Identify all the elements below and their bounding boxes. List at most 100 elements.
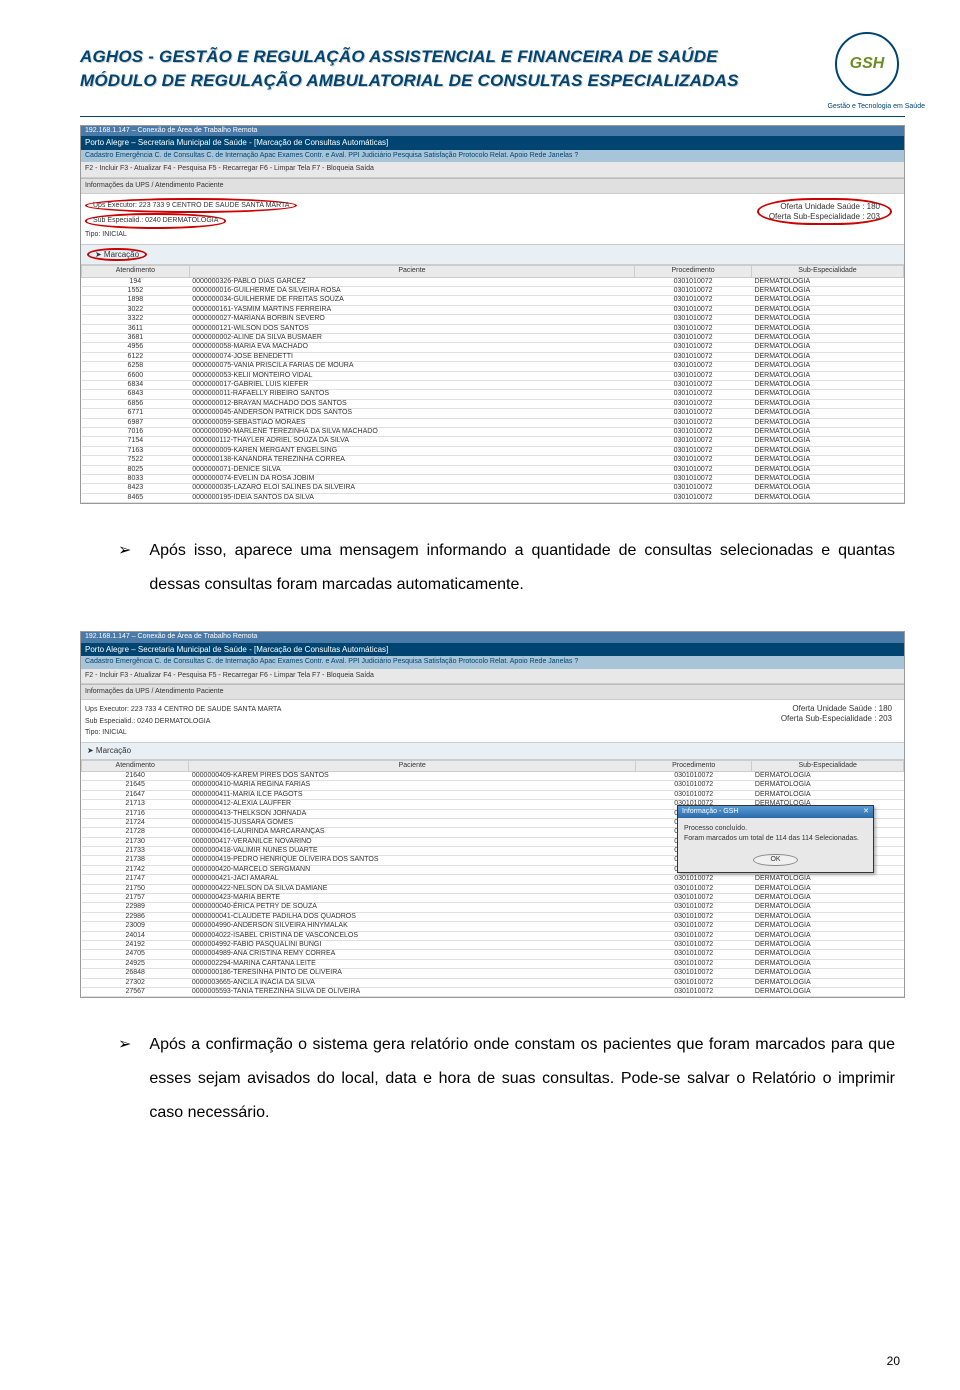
ss2-marcacao: ➤ Marcação	[81, 742, 904, 760]
ss1-marcacao: ➤ Marcação	[87, 248, 147, 262]
ss1-toolbar: F2 - Incluir F3 - Atualizar F4 - Pesquis…	[81, 162, 904, 177]
ss1-sub-esp: Sub Especialid.: 0240 DERMATOLOGIA	[85, 213, 226, 228]
logo-circle: GSH	[835, 32, 899, 96]
table-row: 217500000000422-NELSON DA SILVA DAMIANE0…	[82, 884, 904, 893]
table-row: 68560000000012-BRAYAN MACHADO DOS SANTOS…	[82, 399, 904, 408]
screenshot-marcacao-1: 192.168.1.147 – Conexão de Área de Traba…	[80, 125, 905, 504]
page-number: 20	[887, 1354, 900, 1368]
table-row: 61220000000074-JOSE BENEDETTI0301010072D…	[82, 352, 904, 361]
table-row: 70160000000090-MARLENE TEREZINHA DA SILV…	[82, 427, 904, 436]
table-row: 80250000000071-DENICE SILVA0301010072DER…	[82, 465, 904, 474]
table-row: 80330000000074-EVELIN DA ROSA JOBIM03010…	[82, 474, 904, 483]
table-row: 249250000002294-MARINA CARTANA LEITE0301…	[82, 959, 904, 968]
table-row: 66000000000053-KELII MONTEIRO VIDAL03010…	[82, 371, 904, 380]
gsh-logo: GSH Gestão e Tecnologia em Saúde	[827, 30, 905, 108]
table-row: 33220000000027-MARIANA BORBIN SEVERO0301…	[82, 315, 904, 324]
table-row: 241920000004992-FABIO PASQUALINI BUNGI03…	[82, 941, 904, 950]
ss2-ups-exec: Ups Executor: 223 733 4 CENTRO DE SAUDE …	[85, 704, 281, 715]
table-row: 216470000000411-MARIA ILCE PAGOTS0301010…	[82, 790, 904, 799]
ss1-tipo: Tipo: INICIAL	[85, 229, 297, 240]
table-row: 67710000000045-ANDERSON PATRICK DOS SANT…	[82, 409, 904, 418]
ss2-oferta1: Oferta Unidade Saúde : 180	[781, 704, 892, 714]
table-row: 268480000000186-TERESINHA PINTO DE OLIVE…	[82, 969, 904, 978]
ss2-menubar: Cadastro Emergência C. de Consultas C. d…	[81, 656, 904, 668]
body-paragraph-2: ➢ Após a confirmação o sistema gera rela…	[90, 1028, 895, 1129]
ss1-ups-exec: Ups Executor: 223 733 9 CENTRO DE SAUDE …	[85, 198, 297, 213]
info-dialog: Informação - GSH ✕ Processo concluído. F…	[677, 805, 874, 873]
ss1-titlebar: Porto Alegre – Secretaria Municipal de S…	[81, 136, 904, 150]
dialog-line1: Processo concluído.	[684, 824, 867, 834]
bullet-icon: ➢	[90, 534, 149, 601]
table-row: 36110000000121-WILSON DOS SANTOS03010100…	[82, 324, 904, 333]
ss1-window: 192.168.1.147 – Conexão de Área de Traba…	[81, 126, 904, 136]
ss2-info: Ups Executor: 223 733 4 CENTRO DE SAUDE …	[81, 700, 904, 742]
ss2-tipo: Tipo: INICIAL	[85, 727, 281, 738]
ss2-info-right: Oferta Unidade Saúde : 180 Oferta Sub-Es…	[781, 704, 900, 738]
table-row: 15520000000016-GUILHERME DA SILVEIRA ROS…	[82, 287, 904, 296]
page-header: AGHOS - GESTÃO E REGULAÇÃO ASSISTENCIAL …	[80, 30, 905, 108]
ss1-info: Ups Executor: 223 733 9 CENTRO DE SAUDE …	[81, 194, 904, 244]
header-title: AGHOS - GESTÃO E REGULAÇÃO ASSISTENCIAL …	[80, 47, 817, 67]
header-text: AGHOS - GESTÃO E REGULAÇÃO ASSISTENCIAL …	[80, 47, 817, 91]
bullet-icon: ➢	[90, 1028, 149, 1129]
dialog-line2: Foram marcados um total de 114 das 114 S…	[684, 834, 867, 844]
para2-text: Após a confirmação o sistema gera relató…	[149, 1028, 895, 1129]
col-header: Paciente	[189, 266, 635, 277]
ss2-titlebar: Porto Alegre – Secretaria Municipal de S…	[81, 643, 904, 657]
table-row: 49560000000058-MARIA EVA MACHADO03010100…	[82, 343, 904, 352]
ss1-oferta2: Oferta Sub-Especialidade : 203	[769, 212, 880, 222]
ss1-table: AtendimentoPacienteProcedimentoSub-Espec…	[81, 265, 904, 503]
table-row: 216400000000409-KAREM PIRES DOS SANTOS03…	[82, 771, 904, 780]
table-row: 230090000004990-ANDERSON SILVEIRA HINYMA…	[82, 922, 904, 931]
table-row: 71630000000009-KAREN MERGANT ENGELSING03…	[82, 446, 904, 455]
col-header: Procedimento	[636, 760, 752, 771]
table-row: 75220000000138-KANANDRA TEREZINHA CORREA…	[82, 456, 904, 465]
table-row: 240140000004022-ISABEL CRISTINA DE VASCO…	[82, 931, 904, 940]
table-row: 62580000000075-VANIA PRISCILA FARIAS DE …	[82, 362, 904, 371]
header-subtitle: MÓDULO DE REGULAÇÃO AMBULATORIAL DE CONS…	[80, 71, 817, 91]
table-row: 68340000000017-GABRIEL LUIS KIEFER030101…	[82, 381, 904, 390]
header-divider	[80, 116, 905, 117]
table-row: 217470000000421-JACI AMARAL0301010072DER…	[82, 875, 904, 884]
ss1-info-right: Oferta Unidade Saúde : 180 Oferta Sub-Es…	[757, 198, 900, 240]
ss1-menubar: Cadastro Emergência C. de Consultas C. d…	[81, 150, 904, 162]
col-header: Paciente	[189, 760, 636, 771]
ss2-info-label: Informações da UPS / Atendimento Pacient…	[81, 684, 904, 700]
col-header: Sub-Especialidade	[752, 760, 904, 771]
table-row: 216450000000410-MARIA REGINA FARIAS03010…	[82, 781, 904, 790]
table-row: 217570000000423-MARIA BERTE0301010072DER…	[82, 894, 904, 903]
table-row: 36810000000002-ALINE DA SILVA BUSMAER030…	[82, 334, 904, 343]
dialog-title-text: Informação - GSH	[682, 808, 738, 816]
col-header: Sub-Especialidade	[751, 266, 903, 277]
table-row: 18980000000034-GUILHERME DE FREITAS SOUZ…	[82, 296, 904, 305]
table-row: 229860000000041-CLAUDETE PADILHA DOS QUA…	[82, 912, 904, 921]
screenshot-marcacao-2: 192.168.1.147 – Conexão de Área de Traba…	[80, 631, 905, 998]
ss2-window: 192.168.1.147 – Conexão de Área de Traba…	[81, 632, 904, 642]
ss2-table: AtendimentoPacienteProcedimentoSub-Espec…	[81, 760, 904, 998]
ok-button[interactable]: OK	[753, 854, 797, 866]
ss2-toolbar: F2 - Incluir F3 - Atualizar F4 - Pesquis…	[81, 669, 904, 684]
col-header: Procedimento	[635, 266, 752, 277]
dialog-titlebar: Informação - GSH ✕	[678, 806, 873, 818]
table-row: 30220000000161-YASMIM MARTINS FERREIRA03…	[82, 305, 904, 314]
close-icon[interactable]: ✕	[863, 808, 869, 816]
table-row: 69870000000059-SEBASTIAO MORAES030101007…	[82, 418, 904, 427]
table-row: 84230000000035-LAZARO ELOI SALINES DA SI…	[82, 484, 904, 493]
dialog-body: Processo concluído. Foram marcados um to…	[678, 818, 873, 850]
table-row: 273020000003665-ANCILA INACIA DA SILVA03…	[82, 978, 904, 987]
logo-tagline: Gestão e Tecnologia em Saúde	[827, 103, 925, 110]
table-row: 1940000000326-PABLO DIAS GARCEZ030101007…	[82, 277, 904, 286]
ss2-info-left: Ups Executor: 223 733 4 CENTRO DE SAUDE …	[85, 704, 281, 738]
ss1-info-left: Ups Executor: 223 733 9 CENTRO DE SAUDE …	[85, 198, 297, 240]
col-header: Atendimento	[82, 760, 189, 771]
table-row: 229890000000040-ÉRICA PETRY DE SOUZA0301…	[82, 903, 904, 912]
table-row: 84650000000195-IDEIA SANTOS DA SILVA0301…	[82, 493, 904, 502]
table-row: 247050000004989-ANA CRISTINA REMY CORREA…	[82, 950, 904, 959]
table-row: 68430000000011-RAFAELLY RIBEIRO SANTOS03…	[82, 390, 904, 399]
para1-text: Após isso, aparece uma mensagem informan…	[149, 534, 895, 601]
ss1-info-label: Informações da UPS / Atendimento Pacient…	[81, 178, 904, 194]
table-row: 275670000005593-TANIA TEREZINHA SILVA DE…	[82, 987, 904, 996]
ss2-sub-esp: Sub Especialid.: 0240 DERMATOLOGIA	[85, 716, 281, 727]
ss2-oferta2: Oferta Sub-Especialidade : 203	[781, 714, 892, 724]
table-row: 71540000000112-THAYLER ADRIEL SOUZA DA S…	[82, 437, 904, 446]
